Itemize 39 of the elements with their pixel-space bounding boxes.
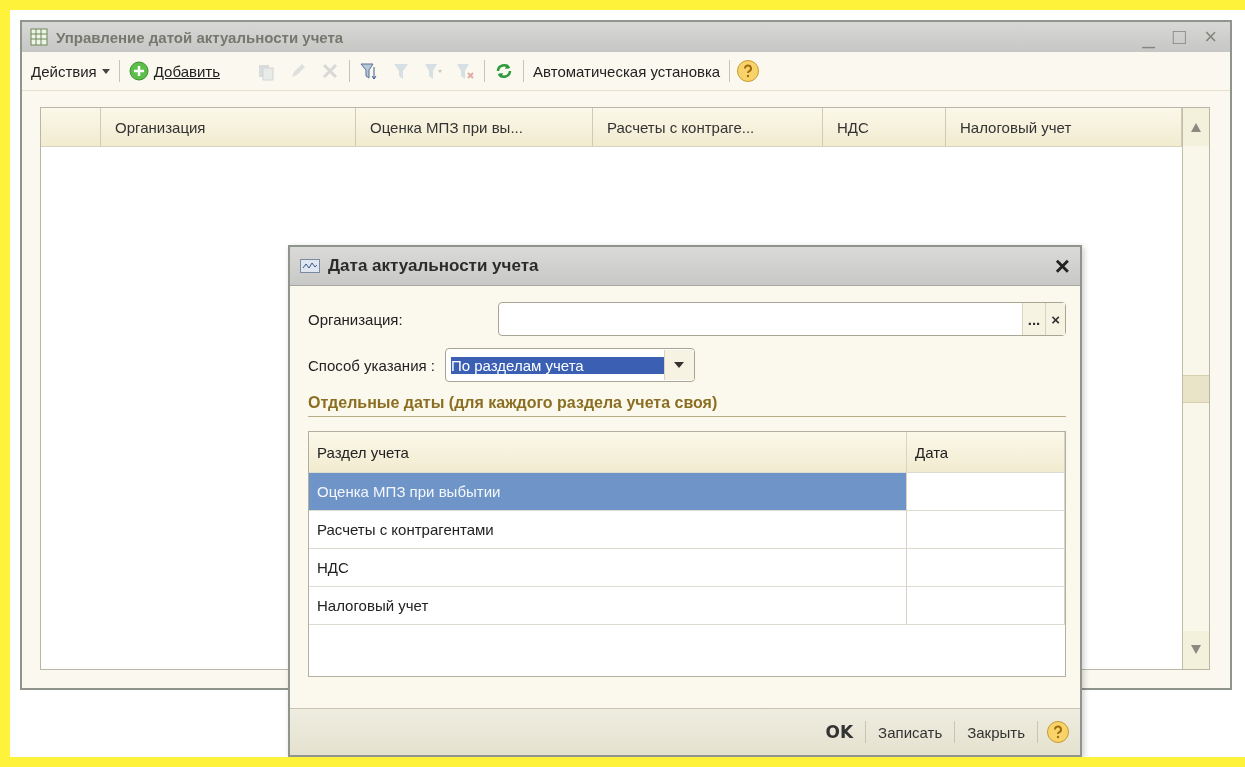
column-header[interactable]: Расчеты с контраге... [593,108,823,146]
plus-icon [128,61,149,81]
organization-field[interactable]: ... × [498,302,1066,336]
actions-menu[interactable]: Действия [28,59,113,83]
scroll-up-icon[interactable] [1183,108,1209,146]
scroll-down-icon[interactable] [1183,631,1209,669]
table-cell[interactable]: Расчеты с контрагентами [309,511,907,548]
scroll-thumb[interactable] [1183,374,1209,403]
clear-button[interactable]: × [1045,303,1065,335]
dialog-title: Дата актуальности учета [328,256,540,276]
column-header[interactable]: Дата [907,432,1065,472]
window-title: Управление датой актуальности учета [56,28,345,46]
add-button[interactable]: Добавить [125,58,224,84]
column-header[interactable]: Раздел учета [309,432,907,472]
table-cell[interactable]: Налоговый учет [309,587,907,624]
organization-label: Организация: [308,310,404,328]
table-icon [30,28,48,46]
dropdown-button[interactable] [664,350,694,380]
caret-icon [101,68,110,74]
column-header[interactable]: Оценка МПЗ при вы... [356,108,593,146]
method-dropdown[interactable]: По разделам учета [445,348,695,382]
select-button[interactable]: ... [1021,303,1046,335]
save-button[interactable]: Записать [874,721,947,743]
caret-icon [674,362,685,368]
close-button[interactable]: Закрыть [963,721,1029,743]
close-button[interactable]: × [1054,253,1070,279]
auto-set-button[interactable]: Автоматическая установка [530,59,724,83]
column-header[interactable]: Организация [101,108,356,146]
section-title: Отдельные даты (для каждого раздела учета своя) [308,394,1066,417]
help-icon[interactable] [1046,720,1070,744]
help-icon[interactable] [736,59,761,83]
column-header[interactable]: НДС [823,108,946,146]
filter-clear-icon [454,61,477,81]
chart-icon [300,259,320,273]
table-cell[interactable]: НДС [309,549,907,586]
ok-button[interactable]: OK [821,720,858,744]
filter-icon [422,61,445,81]
method-label: Способ указания : [308,356,435,374]
scrollbar[interactable] [1182,108,1209,669]
